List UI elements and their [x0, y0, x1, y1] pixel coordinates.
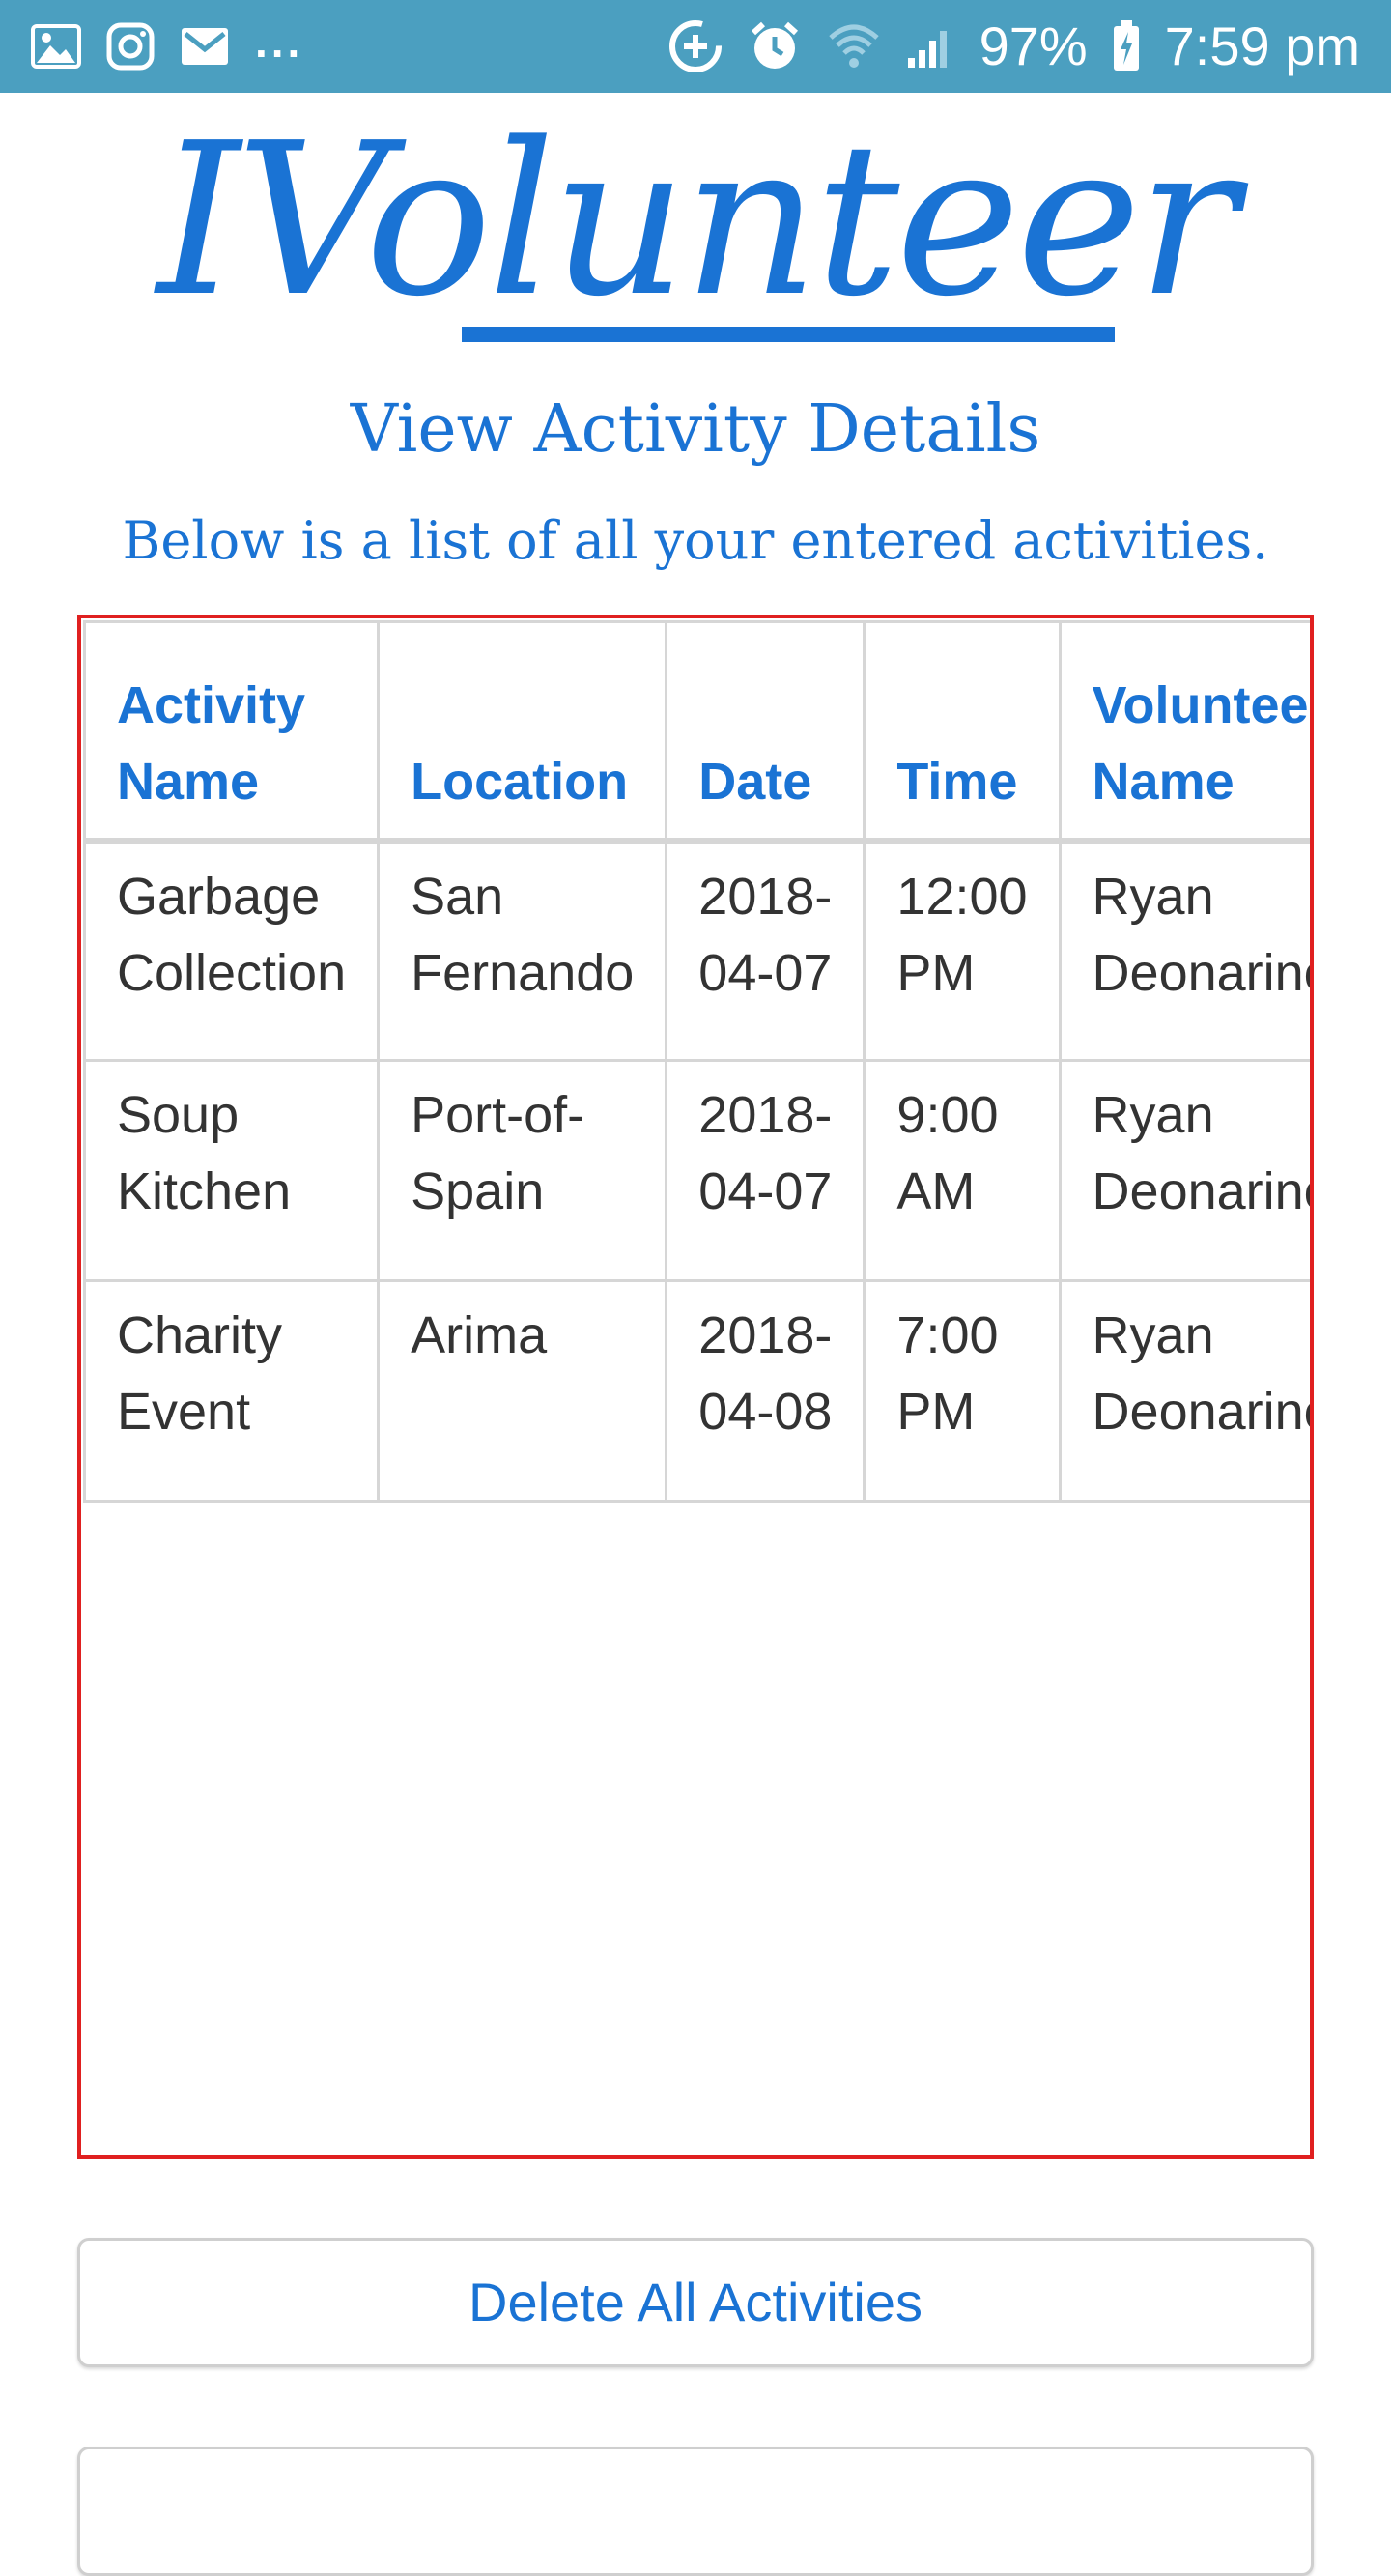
instagram-icon [106, 22, 155, 71]
cell-time: 9:00 AM [863, 1059, 1062, 1282]
notification-icons: ... [31, 16, 304, 71]
battery-charging-icon [1113, 20, 1140, 72]
table-header-row: Activity Name Location Date Time Volunte… [82, 620, 1310, 844]
alarm-icon [748, 19, 802, 73]
data-saver-icon [668, 19, 723, 73]
page-title: View Activity Details [350, 391, 1041, 468]
header-activity-name: Activity Name [82, 620, 381, 844]
more-notifications-indicator: ... [255, 16, 304, 67]
cell-location: Port-of-Spain [377, 1059, 668, 1282]
cell-activity-name: Charity Event [82, 1279, 381, 1503]
gallery-icon [31, 24, 81, 69]
cell-date: 2018-04-08 [665, 1279, 866, 1503]
cell-volunteer-name: Ryan Deonarine [1058, 839, 1310, 1062]
cell-activity-name: Garbage Collection [82, 839, 381, 1062]
cell-activity-name: Soup Kitchen [82, 1059, 381, 1282]
header-date: Date [665, 620, 866, 844]
table-row: Soup Kitchen Port-of-Spain 2018-04-07 9:… [82, 1059, 1310, 1282]
header-location: Location [377, 620, 668, 844]
cell-time: 7:00 PM [863, 1279, 1062, 1503]
signal-icon [906, 23, 954, 70]
cell-date: 2018-04-07 [665, 1059, 866, 1282]
table-row: Charity Event Arima 2018-04-08 7:00 PM R… [82, 1279, 1310, 1503]
clock: 7:59 pm [1164, 15, 1360, 76]
logo-underline [462, 327, 1115, 342]
cell-date: 2018-04-07 [665, 839, 866, 1062]
logo-text: IVolunteer [156, 99, 1237, 343]
activities-table: Activity Name Location Date Time Volunte… [82, 620, 1310, 1503]
gmail-icon [180, 26, 230, 67]
table-row: Garbage Collection San Fernando 2018-04-… [82, 839, 1310, 1062]
page-subtitle: Below is a list of all your entered acti… [122, 510, 1269, 571]
activities-table-container[interactable]: Activity Name Location Date Time Volunte… [77, 615, 1314, 2159]
header-time: Time [863, 620, 1062, 844]
status-bar: ... 97% 7:59 pm [0, 0, 1391, 93]
cell-location: San Fernando [377, 839, 668, 1062]
delete-all-activities-button[interactable]: Delete All Activities [77, 2238, 1314, 2367]
header-volunteer-name: Volunteer Name [1058, 620, 1310, 844]
secondary-button[interactable] [77, 2447, 1314, 2576]
cell-volunteer-name: Ryan Deonarine [1058, 1279, 1310, 1503]
wifi-icon [827, 22, 881, 71]
cell-time: 12:00 PM [863, 839, 1062, 1062]
system-icons: 97% 7:59 pm [668, 19, 1360, 73]
cell-location: Arima [377, 1279, 668, 1503]
cell-volunteer-name: Ryan Deonarine [1058, 1059, 1310, 1282]
battery-percent: 97% [979, 15, 1088, 76]
